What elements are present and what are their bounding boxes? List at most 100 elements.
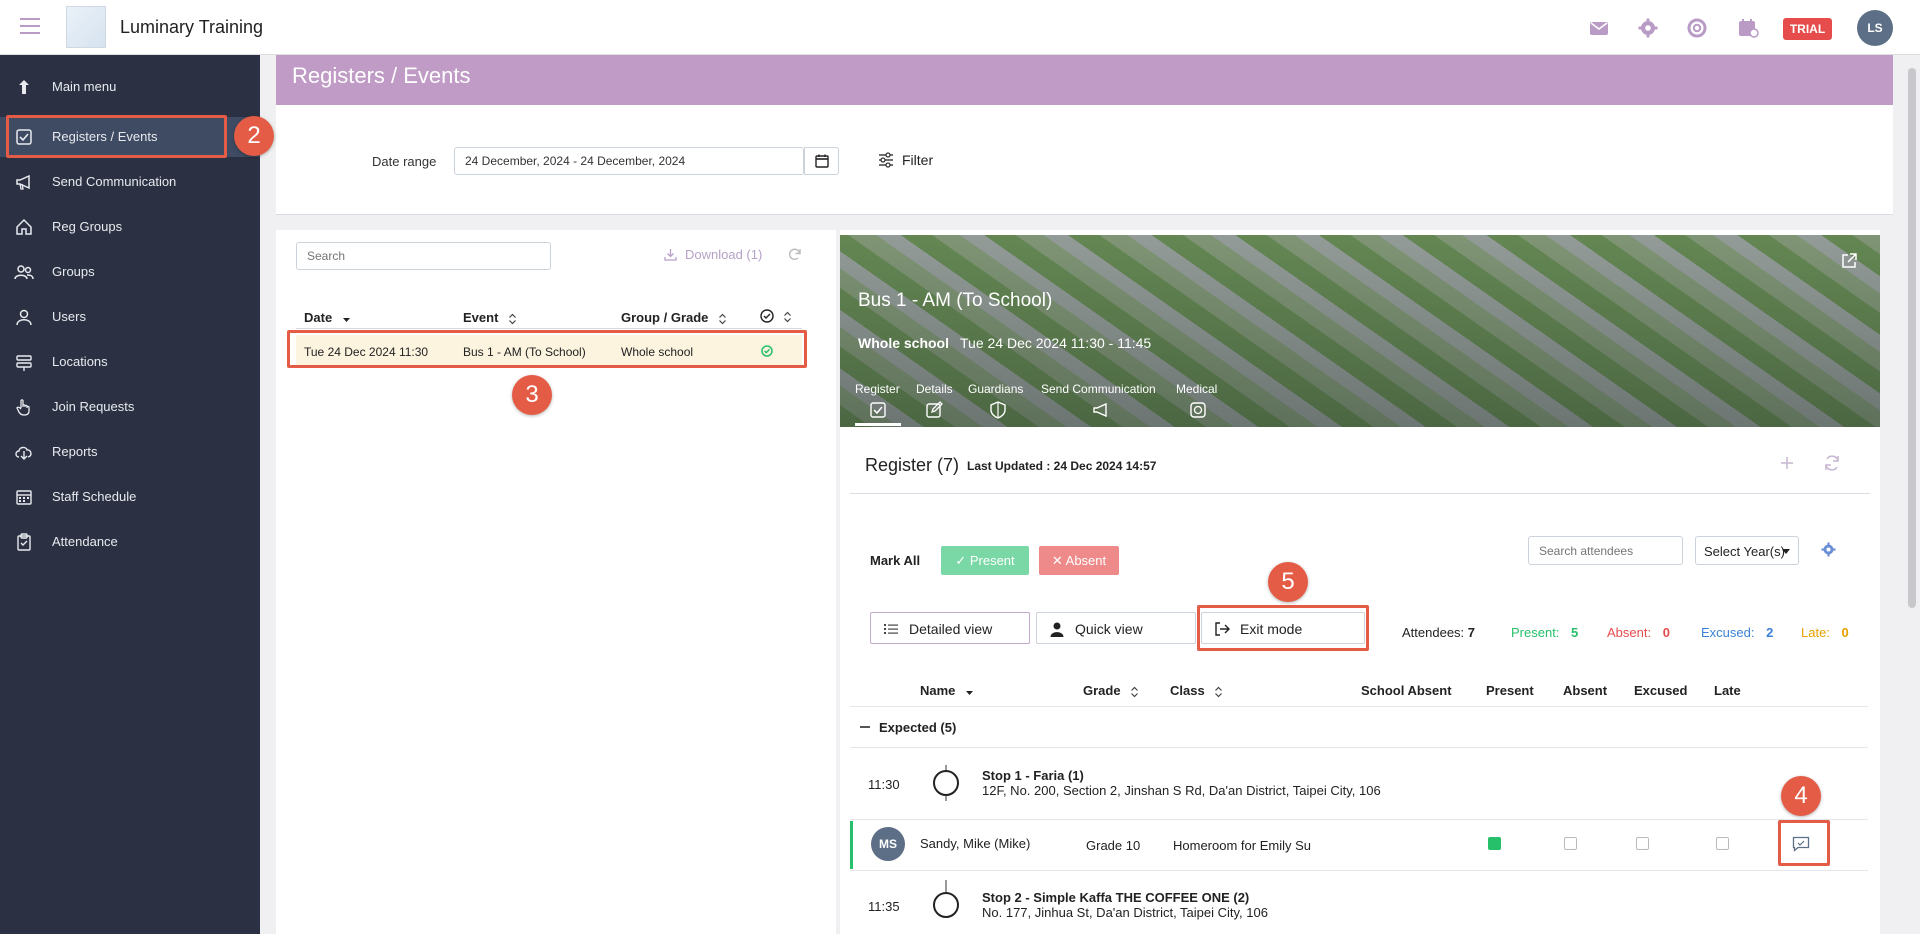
tab-medical[interactable]: Medical xyxy=(1176,382,1217,396)
user-avatar[interactable]: LS xyxy=(1857,10,1893,46)
sidebar-item-locations[interactable]: Locations xyxy=(0,342,260,382)
clipboard-icon xyxy=(14,532,34,552)
sidebar-item-label: Main menu xyxy=(52,79,117,94)
gear-icon[interactable] xyxy=(1637,17,1659,39)
page-scrollbar[interactable] xyxy=(1908,68,1916,608)
detailed-view-button[interactable]: Detailed view xyxy=(870,612,1030,644)
refresh-icon[interactable] xyxy=(787,247,802,262)
student-name[interactable]: Sandy, Mike (Mike) xyxy=(920,836,1030,851)
stat-present: Present: 5 xyxy=(1511,625,1578,640)
sort-icon xyxy=(1214,686,1223,698)
page-title: Registers / Events xyxy=(292,63,471,88)
student-grade: Grade 10 xyxy=(1086,838,1141,853)
calendar-icon xyxy=(14,487,34,507)
tab-guardians[interactable]: Guardians xyxy=(968,382,1023,396)
column-header-label: Grade xyxy=(1083,683,1121,698)
sidebar-item-label: Reports xyxy=(52,444,98,459)
column-header-name[interactable]: Name xyxy=(920,683,974,698)
absent-checkbox[interactable] xyxy=(1564,837,1577,850)
stop-name: Stop 2 - Simple Kaffa THE COFFEE ONE (2) xyxy=(982,890,1250,905)
locations-icon xyxy=(14,352,34,372)
mark-all-present-button[interactable]: ✓ Present xyxy=(941,546,1029,575)
column-header-absent: Absent xyxy=(1563,683,1608,698)
mark-all-absent-button[interactable]: ✕ Absent xyxy=(1039,546,1119,575)
app-title: Luminary Training xyxy=(120,17,264,37)
calendar-button[interactable] xyxy=(804,147,839,175)
register-last-updated: Last Updated : 24 Dec 2024 14:57 xyxy=(967,459,1157,473)
sidebar-item-join-requests[interactable]: Join Requests xyxy=(0,387,260,427)
quick-view-label: Quick view xyxy=(1075,621,1143,637)
shield-icon xyxy=(989,401,1007,419)
mail-icon[interactable] xyxy=(1588,17,1610,39)
x-icon: ✕ xyxy=(1051,553,1066,568)
row-divider xyxy=(850,819,1868,820)
check-square-icon xyxy=(869,401,887,419)
timeline-line xyxy=(945,796,947,801)
collapse-icon[interactable] xyxy=(860,726,870,728)
column-header-event[interactable]: Event xyxy=(463,310,517,325)
quick-view-button[interactable]: Quick view xyxy=(1036,612,1196,644)
sidebar-item-users[interactable]: Users xyxy=(0,297,260,337)
tab-details[interactable]: Details xyxy=(916,382,953,396)
stat-label: Late: xyxy=(1801,625,1830,640)
add-icon[interactable] xyxy=(1779,455,1795,471)
stop-marker-icon xyxy=(933,892,959,918)
sidebar-item-label: Locations xyxy=(52,354,108,369)
column-header-class[interactable]: Class xyxy=(1170,683,1223,698)
sidebar-item-attendance[interactable]: Attendance xyxy=(0,522,260,562)
register-title: Register (7) xyxy=(865,455,960,475)
sidebar-item-staff-schedule[interactable]: Staff Schedule xyxy=(0,477,260,517)
trial-badge: TRIAL xyxy=(1783,18,1832,40)
column-header-label: Name xyxy=(920,683,956,698)
column-header-date[interactable]: Date xyxy=(304,310,351,325)
sidebar-item-reg-groups[interactable]: Reg Groups xyxy=(0,207,260,247)
column-header-label: Date xyxy=(304,310,333,325)
sort-icon[interactable] xyxy=(783,311,792,323)
school-logo xyxy=(66,6,106,48)
home-icon xyxy=(14,217,34,237)
tab-send-communication[interactable]: Send Communication xyxy=(1041,382,1156,396)
stat-label: Attendees: xyxy=(1402,625,1465,640)
menu-icon[interactable] xyxy=(20,17,40,35)
detailed-view-label: Detailed view xyxy=(909,621,993,637)
annotation-badge-3: 3 xyxy=(512,375,552,415)
avatar: MS xyxy=(871,827,905,861)
external-link-icon[interactable] xyxy=(1840,252,1858,270)
sidebar-item-label: Users xyxy=(52,309,86,324)
calendar-user-icon[interactable] xyxy=(1737,17,1759,39)
event-time: Tue 24 Dec 2024 11:30 - 11:45 xyxy=(960,335,1152,351)
column-header-grade[interactable]: Grade xyxy=(1083,683,1139,698)
refresh-icon[interactable] xyxy=(1823,454,1841,472)
sidebar-item-reports[interactable]: Reports xyxy=(0,432,260,472)
stat-absent: Absent: 0 xyxy=(1607,625,1670,640)
download-icon xyxy=(664,248,677,261)
sidebar-item-send-communication[interactable]: Send Communication xyxy=(0,162,260,202)
absent-button-label: Absent xyxy=(1065,553,1107,568)
event-hero-image xyxy=(840,235,1880,427)
sort-desc-icon xyxy=(342,313,351,325)
stat-value: 2 xyxy=(1766,625,1774,640)
sidebar-item-label: Send Communication xyxy=(52,174,177,189)
tab-register[interactable]: Register xyxy=(855,382,900,396)
sidebar-item-main-menu[interactable]: Main menu xyxy=(0,67,260,107)
column-header-label: Event xyxy=(463,310,499,325)
excused-checkbox[interactable] xyxy=(1636,837,1649,850)
date-range-input[interactable]: 24 December, 2024 - 24 December, 2024 xyxy=(454,147,804,175)
late-checkbox[interactable] xyxy=(1716,837,1729,850)
medical-icon xyxy=(1189,401,1207,419)
header-divider xyxy=(296,328,802,329)
filter-button[interactable]: Filter xyxy=(878,151,958,171)
sidebar-item-groups[interactable]: Groups xyxy=(0,252,260,292)
support-icon[interactable] xyxy=(1686,17,1708,39)
stat-value: 5 xyxy=(1571,625,1579,640)
search-attendees-input[interactable] xyxy=(1528,536,1683,565)
gear-icon[interactable] xyxy=(1821,542,1836,557)
download-label: Download (1) xyxy=(685,247,763,262)
column-header-label: Group / Grade xyxy=(621,310,709,325)
select-year-dropdown[interactable]: Select Year(s) xyxy=(1695,536,1799,565)
column-header-group[interactable]: Group / Grade xyxy=(621,310,727,325)
events-search-input[interactable] xyxy=(296,242,551,270)
date-range-label: Date range xyxy=(372,154,437,169)
sidebar-item-label: Groups xyxy=(52,264,95,279)
present-checkbox[interactable] xyxy=(1488,837,1501,850)
